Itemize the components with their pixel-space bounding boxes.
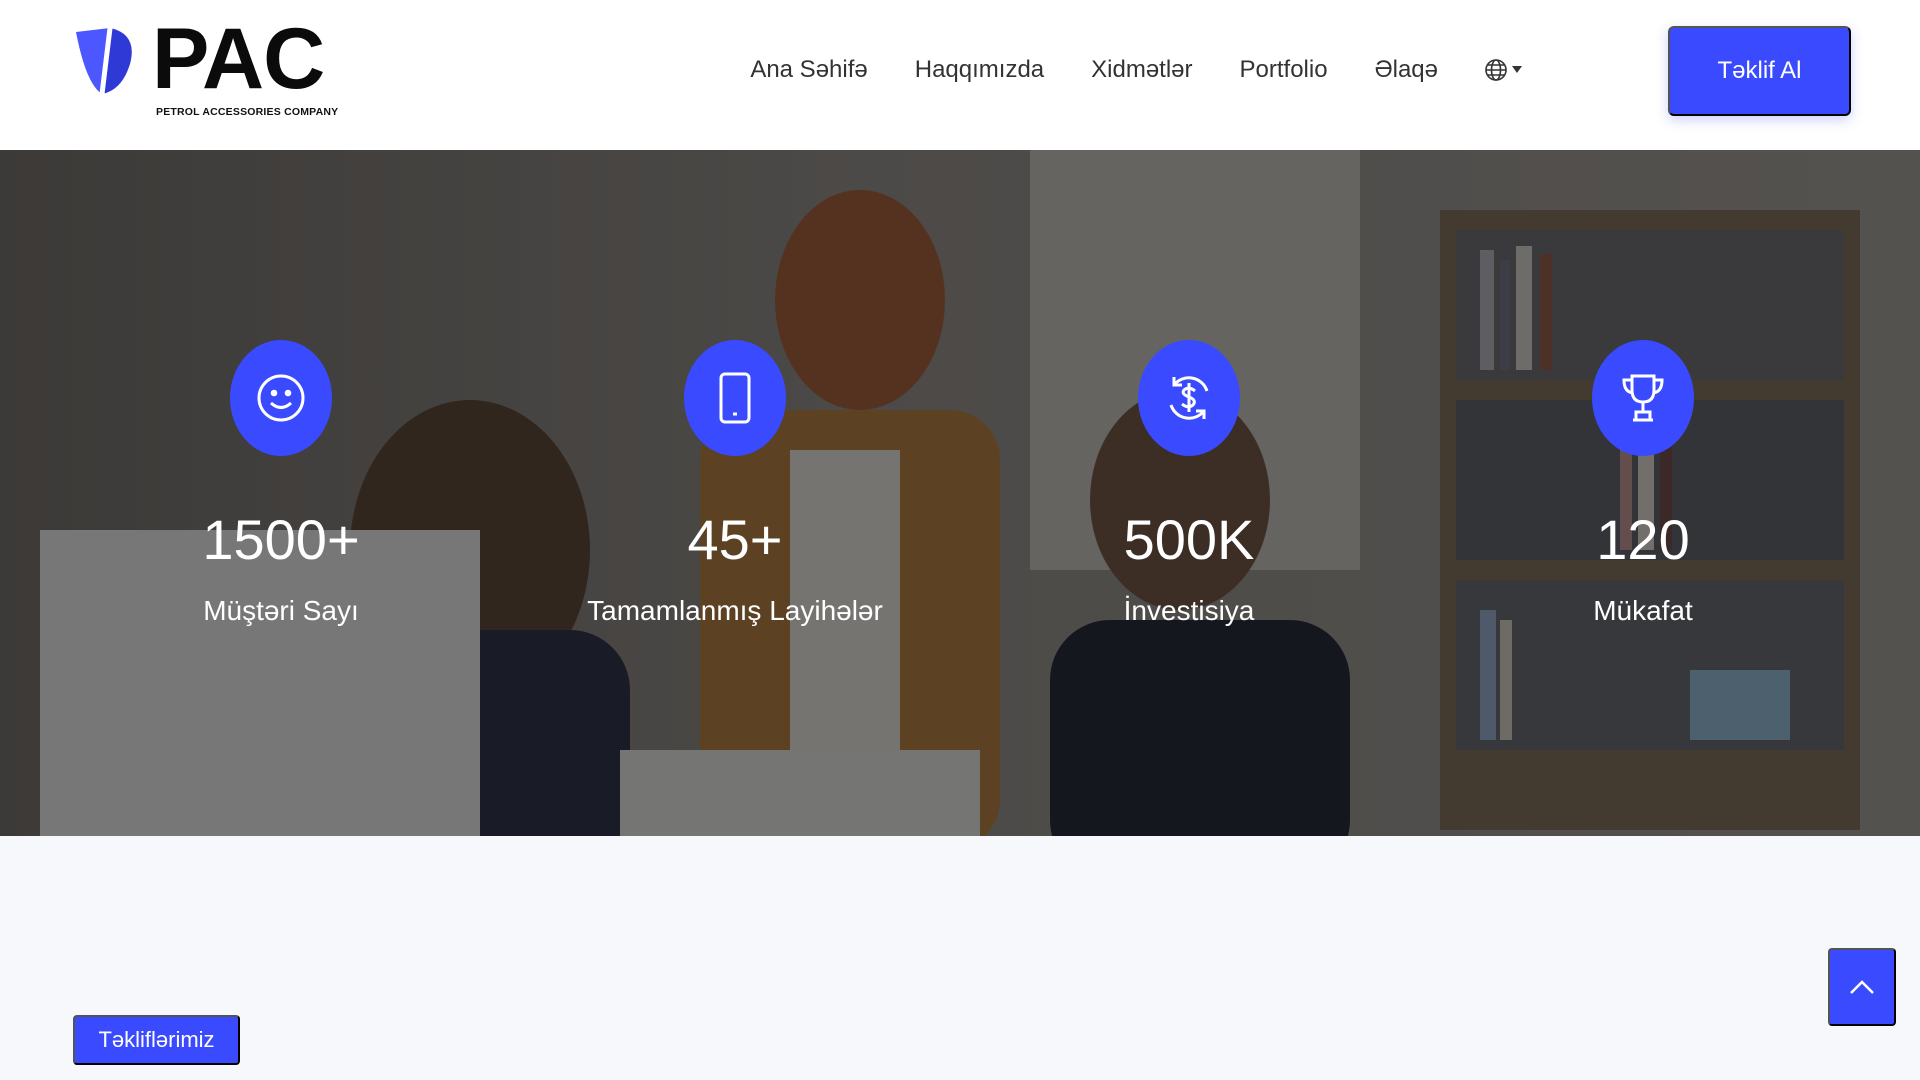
- stat-icon-circle: [1592, 340, 1694, 456]
- smiley-icon: [257, 374, 305, 422]
- dollar-cycle-icon: [1169, 376, 1209, 420]
- globe-icon: [1485, 59, 1507, 81]
- stat-icon-circle: [1138, 340, 1240, 456]
- logo-subtitle: PETROL ACCESSORIES COMPANY: [156, 106, 339, 118]
- stat-value: 500K: [1123, 508, 1255, 571]
- stat-label: İnvestisiya: [1123, 595, 1255, 626]
- site-header: PAC PETROL ACCESSORIES COMPANY Ana Səhif…: [0, 0, 1920, 150]
- stat-value: 120: [1596, 508, 1690, 571]
- stat-label: Tamamlanmış Layihələr: [587, 595, 883, 626]
- stat-projects: 45+ Tamamlanmış Layihələr: [555, 340, 915, 628]
- nav-item-about[interactable]: Haqqımızda: [915, 56, 1044, 84]
- trophy-icon: [1622, 374, 1664, 422]
- stat-icon-circle: [230, 340, 332, 456]
- offers-tag-button[interactable]: Təkliflərimiz: [73, 1015, 240, 1065]
- main-nav: Ana Səhifə Haqqımızda Xidmətlər Portfoli…: [750, 52, 1522, 88]
- tablet-icon: [719, 372, 751, 424]
- chevron-down-icon: [1512, 65, 1522, 73]
- get-offer-button[interactable]: Təklif Al: [1668, 26, 1851, 116]
- stat-investment: 500K İnvestisiya: [1009, 340, 1369, 628]
- stat-label: Mükafat: [1593, 595, 1693, 626]
- scroll-to-top-button[interactable]: [1828, 948, 1896, 1026]
- chevron-up-icon: [1850, 980, 1874, 994]
- stats-hero: 1500+ Müştəri Sayı 45+ Tamamlanmış Layih…: [0, 150, 1920, 836]
- logo-mark-icon: [76, 27, 132, 95]
- logo-wordmark: PAC: [152, 11, 325, 107]
- stat-awards: 120 Mükafat: [1463, 340, 1823, 628]
- stat-customers: 1500+ Müştəri Sayı: [101, 340, 461, 628]
- logo[interactable]: PAC PETROL ACCESSORIES COMPANY: [72, 16, 338, 122]
- nav-item-services[interactable]: Xidmətlər: [1091, 56, 1192, 84]
- nav-item-home[interactable]: Ana Səhifə: [750, 56, 867, 84]
- nav-item-contact[interactable]: Əlaqə: [1375, 56, 1438, 84]
- language-selector[interactable]: [1484, 58, 1522, 82]
- stat-value: 45+: [687, 508, 783, 571]
- stat-icon-circle: [684, 340, 786, 456]
- nav-item-portfolio[interactable]: Portfolio: [1240, 56, 1328, 84]
- stat-value: 1500+: [202, 508, 360, 571]
- stat-label: Müştəri Sayı: [203, 595, 359, 626]
